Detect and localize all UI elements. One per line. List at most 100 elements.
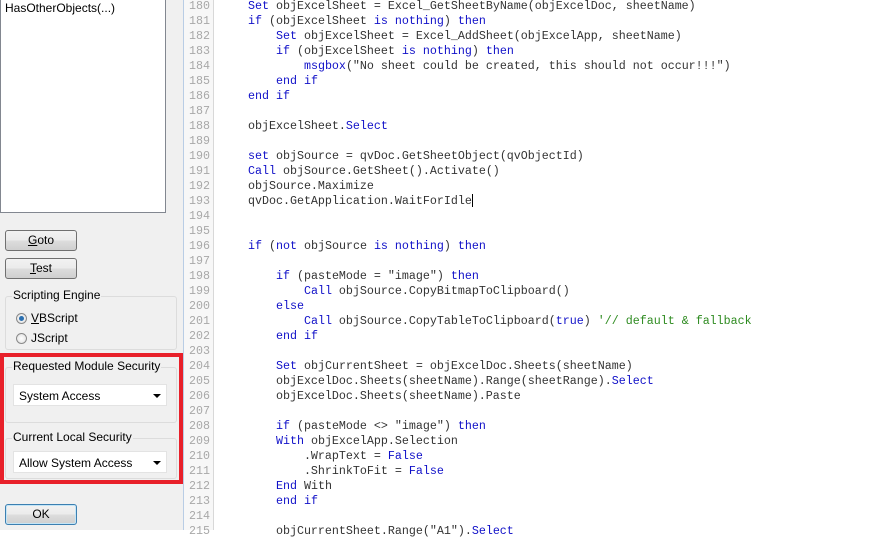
line-number: 182 [189,29,210,43]
code-token: objSource.GetSheet().Activate() [275,164,500,178]
code-token: .ShrinkToFit = [220,464,409,478]
line-number: 214 [189,509,210,523]
keyword-token: Select [345,119,388,133]
code-line[interactable]: msgbox("No sheet could be created, this … [220,59,731,74]
code-token: objSource = qvDoc.GetSheetObject(qvObjec… [268,149,584,163]
line-number: 186 [189,89,210,103]
code-line[interactable]: end if [220,494,318,509]
keyword-token: set [247,149,269,163]
code-line[interactable]: Call objSource.GetSheet().Activate() [220,164,500,179]
code-token: objExcelDoc.Sheets(sheetName).Range(shee… [220,374,612,388]
code-token: ("No sheet could be created, this should… [345,59,731,73]
code-line[interactable]: Set objCurrentSheet = objExcelDoc.Sheets… [220,359,633,374]
keyword-token: False [387,449,423,463]
keyword-token: then [457,14,486,28]
vbscript-rest: BScript [39,311,78,325]
keyword-token: then [485,44,514,58]
code-line[interactable]: if (objExcelSheet is nothing) then [220,14,486,29]
line-number: 206 [189,389,210,403]
code-line[interactable]: set objSource = qvDoc.GetSheetObject(qvO… [220,149,584,164]
code-line[interactable]: objExcelSheet.Select [220,119,388,134]
code-line[interactable]: if (objExcelSheet is nothing) then [220,44,514,59]
test-button[interactable]: Test [5,258,77,279]
code-line[interactable]: Set objExcelSheet = Excel_GetSheetByName… [220,0,696,14]
code-line[interactable]: end if [220,329,318,344]
jscript-radio[interactable]: JScript [16,331,68,345]
jscript-label: JScript [31,331,68,345]
code-line[interactable]: objCurrentSheet.Range("A1").Select [220,524,514,539]
code-line[interactable]: objSource.Maximize [220,179,374,194]
code-line[interactable]: .ShrinkToFit = False [220,464,444,479]
line-number: 180 [189,0,210,13]
line-number: 195 [189,224,210,238]
line-number: 207 [189,404,210,418]
keyword-token: then [457,419,486,433]
code-line[interactable]: if (not objSource is nothing) then [220,239,486,254]
code-line[interactable]: if (pasteMode <> "image") then [220,419,486,434]
keyword-token: end if [275,329,318,343]
code-line[interactable]: end if [220,74,318,89]
goto-button[interactable]: Goto [5,230,77,251]
left-panel: HasOtherObjects(...) Goto Test Scripting… [0,0,184,530]
code-token: objCurrentSheet = objExcelDoc.Sheets(she… [296,359,633,373]
keyword-token: end if [275,74,318,88]
scripting-engine-title: Scripting Engine [12,288,102,302]
code-token: ( [261,239,276,253]
code-line[interactable]: .WrapText = False [220,449,423,464]
code-line[interactable]: else [220,299,304,314]
line-number: 215 [189,524,210,538]
line-number: 192 [189,179,210,193]
list-item[interactable]: HasOtherObjects(...) [1,0,165,16]
keyword-token: is nothing [373,14,444,28]
line-number: 212 [189,479,210,493]
code-line[interactable]: if (pasteMode = "image") then [220,269,479,284]
code-line[interactable]: Call objSource.CopyTableToClipboard(true… [220,314,752,329]
line-number: 202 [189,329,210,343]
keyword-token: Set [247,0,269,13]
code-token: ) [443,14,458,28]
text-caret [471,194,473,208]
line-number: 200 [189,299,210,313]
function-list[interactable]: HasOtherObjects(...) [0,0,166,213]
code-token: objSource [296,239,374,253]
line-number: 205 [189,374,210,388]
line-number: 193 [189,194,210,208]
code-line[interactable]: objExcelDoc.Sheets(sheetName).Paste [220,389,521,404]
ok-button[interactable]: OK [5,504,77,525]
code-line[interactable]: objExcelDoc.Sheets(sheetName).Range(shee… [220,374,654,389]
keyword-token: is nothing [401,44,472,58]
line-number: 188 [189,119,210,133]
keyword-token: Call [247,164,276,178]
code-line[interactable]: qvDoc.GetApplication.WaitForIdle [220,194,473,209]
code-line[interactable]: End With [220,479,332,494]
code-token: ) [471,44,486,58]
line-number: 196 [189,239,210,253]
vbscript-mnemonic: V [31,311,40,325]
code-token: ) [583,314,598,328]
code-line[interactable]: Call objSource.CopyBitmapToClipboard() [220,284,570,299]
code-line[interactable]: end if [220,89,290,104]
keyword-token: is nothing [373,239,444,253]
code-token: objExcelApp.Selection [303,434,458,448]
code-line[interactable]: Set objExcelSheet = Excel_AddSheet(objEx… [220,29,682,44]
keyword-token: end if [275,494,318,508]
keyword-token: Set [275,359,297,373]
line-number: 199 [189,284,210,298]
code-line[interactable]: With objExcelApp.Selection [220,434,458,449]
line-number: 208 [189,419,210,433]
keyword-token: then [457,239,486,253]
line-number: 209 [189,434,210,448]
keyword-token: then [450,269,479,283]
vbscript-radio[interactable]: VBScript [16,311,78,325]
